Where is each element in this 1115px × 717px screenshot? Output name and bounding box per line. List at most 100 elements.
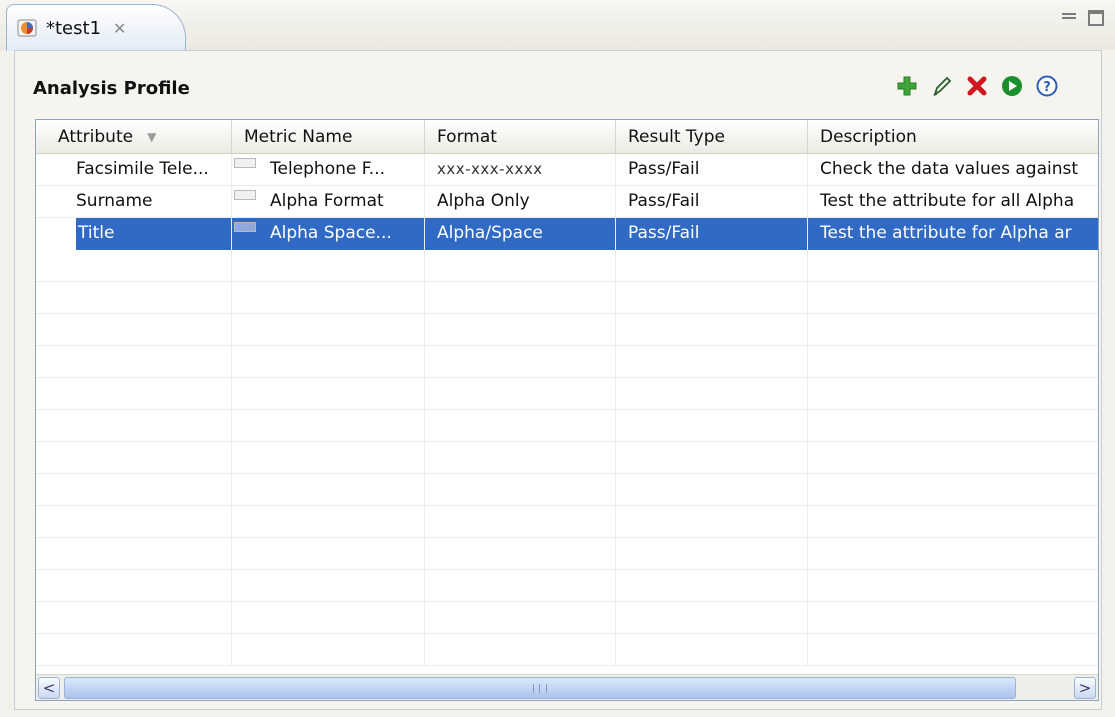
empty-cell <box>36 346 232 378</box>
empty-cell <box>36 570 232 602</box>
grip-icon <box>533 684 547 693</box>
cell-result-type: Pass/Fail <box>616 218 808 250</box>
help-icon: ? <box>1036 75 1058 97</box>
empty-cell <box>232 538 425 570</box>
empty-cell <box>232 250 425 282</box>
delete-button[interactable] <box>964 73 990 99</box>
empty-cell <box>616 442 808 474</box>
horizontal-scrollbar[interactable]: < > <box>36 674 1098 700</box>
empty-cell <box>616 346 808 378</box>
empty-cell <box>425 410 616 442</box>
column-header-attribute[interactable]: Attribute ▼ <box>36 120 232 154</box>
empty-cell <box>425 506 616 538</box>
analysis-icon <box>17 19 37 37</box>
cell-attribute: Surname <box>36 186 232 218</box>
empty-cell <box>232 602 425 634</box>
empty-cell <box>808 570 1098 602</box>
empty-rows <box>36 250 1098 666</box>
run-button[interactable] <box>999 73 1025 99</box>
cell-description: Test the attribute for Alpha ar <box>808 218 1098 250</box>
delete-icon <box>967 76 987 96</box>
scroll-thumb[interactable] <box>64 677 1016 699</box>
empty-cell <box>36 602 232 634</box>
tab-test1[interactable]: *test1 ✕ <box>6 4 186 51</box>
cell-attribute: Title <box>36 218 232 250</box>
table-body: Facsimile Tele... Telephone F... xxx-xxx… <box>36 154 1098 666</box>
cell-attribute: Facsimile Tele... <box>36 154 232 186</box>
empty-cell <box>616 282 808 314</box>
empty-cell <box>232 442 425 474</box>
column-header-format[interactable]: Format <box>425 120 616 154</box>
toolbar: ? <box>885 73 1060 99</box>
empty-cell <box>616 410 808 442</box>
edit-icon <box>933 76 952 97</box>
empty-cell <box>232 634 425 666</box>
cell-result-type: Pass/Fail <box>616 154 808 186</box>
empty-cell <box>36 442 232 474</box>
empty-table-row <box>36 570 1098 602</box>
empty-cell <box>616 506 808 538</box>
close-icon[interactable]: ✕ <box>113 19 126 38</box>
column-header-result-type[interactable]: Result Type <box>616 120 808 154</box>
empty-cell <box>616 378 808 410</box>
cell-description: Test the attribute for all Alpha <box>820 191 1075 211</box>
empty-cell <box>36 474 232 506</box>
empty-cell <box>808 506 1098 538</box>
scroll-left-button[interactable]: < <box>38 677 60 699</box>
empty-table-row <box>36 346 1098 378</box>
scroll-right-button[interactable]: > <box>1074 677 1096 699</box>
table-row-selected[interactable]: Title Alpha Space... Alpha/Space Pass/Fa… <box>36 218 1098 250</box>
empty-cell <box>616 602 808 634</box>
empty-table-row <box>36 602 1098 634</box>
maximize-icon[interactable] <box>1088 10 1104 26</box>
empty-table-row <box>36 282 1098 314</box>
empty-cell <box>616 538 808 570</box>
empty-table-row <box>36 378 1098 410</box>
empty-cell <box>425 346 616 378</box>
section-title: Analysis Profile <box>33 78 190 99</box>
empty-cell <box>36 506 232 538</box>
column-header-metric-name[interactable]: Metric Name <box>232 120 425 154</box>
empty-cell <box>232 314 425 346</box>
add-button[interactable] <box>894 73 920 99</box>
empty-cell <box>425 602 616 634</box>
cell-format: Alpha/Space <box>425 218 616 250</box>
empty-table-row <box>36 250 1098 282</box>
empty-cell <box>808 410 1098 442</box>
empty-cell <box>808 538 1098 570</box>
help-button[interactable]: ? <box>1034 73 1060 99</box>
table-row[interactable]: Facsimile Tele... Telephone F... xxx-xxx… <box>36 154 1098 186</box>
empty-cell <box>616 314 808 346</box>
empty-cell <box>808 602 1098 634</box>
cell-metric-name: Telephone F... <box>232 154 425 186</box>
metric-icon <box>234 222 256 232</box>
empty-cell <box>808 442 1098 474</box>
empty-cell <box>36 634 232 666</box>
empty-cell <box>616 634 808 666</box>
table-row[interactable]: Surname Alpha Format Alpha Only Pass/Fai… <box>36 186 1098 218</box>
empty-cell <box>232 474 425 506</box>
empty-cell <box>425 570 616 602</box>
svg-text:?: ? <box>1043 80 1051 95</box>
minimize-icon[interactable] <box>1062 10 1076 26</box>
edit-button[interactable] <box>929 73 955 99</box>
empty-cell <box>232 346 425 378</box>
empty-cell <box>808 282 1098 314</box>
empty-table-row <box>36 538 1098 570</box>
cell-result-type: Pass/Fail <box>616 186 808 218</box>
empty-cell <box>36 410 232 442</box>
column-header-description[interactable]: Description <box>808 120 1098 154</box>
empty-cell <box>425 538 616 570</box>
add-icon <box>897 76 917 96</box>
table-header: Attribute ▼ Metric Name Format Result Typ… <box>36 120 1098 154</box>
empty-cell <box>808 634 1098 666</box>
cell-format: Alpha Only <box>425 186 616 218</box>
empty-cell <box>232 570 425 602</box>
empty-cell <box>425 634 616 666</box>
analysis-table: Attribute ▼ Metric Name Format Result Typ… <box>35 119 1099 701</box>
metric-icon <box>234 158 256 168</box>
empty-cell <box>425 442 616 474</box>
empty-cell <box>425 250 616 282</box>
empty-table-row <box>36 442 1098 474</box>
cell-metric-name: Alpha Space... <box>232 218 425 250</box>
